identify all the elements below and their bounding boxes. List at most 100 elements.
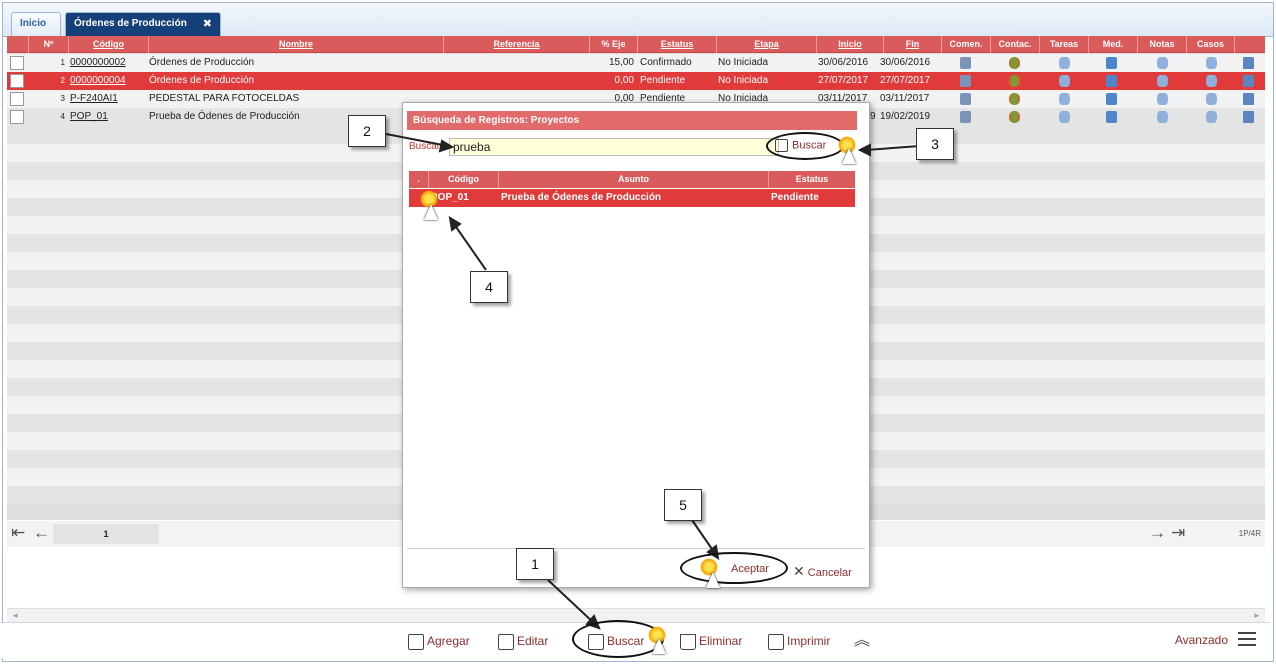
row-codigo[interactable]: POP_01 <box>70 108 108 126</box>
row-codigo[interactable]: P-F240AI1 <box>70 90 118 108</box>
contacts-icon[interactable] <box>1009 75 1020 87</box>
contacts-icon[interactable] <box>1009 57 1020 69</box>
row-inicio: 9 <box>870 111 876 122</box>
highlight-ring <box>766 132 844 160</box>
row-checkbox[interactable] <box>10 74 24 88</box>
tasks-icon[interactable] <box>1059 57 1070 69</box>
cancel-button[interactable]: ✕ Cancelar <box>793 563 852 580</box>
col-select <box>7 36 29 53</box>
row-number: 4 <box>60 112 65 121</box>
add-label: Agregar <box>427 634 470 648</box>
collapse-icon[interactable]: ︽ <box>854 631 870 651</box>
advanced-link[interactable]: Avanzado <box>1175 633 1228 647</box>
callout-4: 4 <box>470 271 508 303</box>
print-label: Imprimir <box>787 634 831 648</box>
cursor-icon <box>842 148 856 164</box>
callout-5: 5 <box>664 489 702 521</box>
tasks-icon[interactable] <box>1059 75 1070 87</box>
edit-button[interactable]: Editar <box>498 631 548 651</box>
table-row[interactable]: 2 0000000004 Órdenes de Producción 0,00 … <box>7 72 1265 90</box>
media-icon[interactable] <box>1106 75 1117 87</box>
media-icon[interactable] <box>1106 93 1117 105</box>
prev-page-icon[interactable]: ← <box>33 523 50 543</box>
delete-button[interactable]: Eliminar <box>680 631 742 651</box>
media-icon[interactable] <box>1106 57 1117 69</box>
table-row[interactable]: 1 0000000002 Órdenes de Producción 15,00… <box>7 54 1265 72</box>
col-referencia[interactable]: Referencia <box>444 36 590 53</box>
print-button[interactable]: Imprimir <box>768 631 830 651</box>
first-page-icon[interactable]: ⇤ <box>11 523 25 543</box>
puzzle-icon[interactable] <box>1243 57 1254 69</box>
row-eje: 0,00 <box>614 75 634 86</box>
scroll-right-icon[interactable]: ▸ <box>1254 610 1259 621</box>
row-checkbox[interactable] <box>10 110 24 124</box>
horizontal-scrollbar[interactable]: ◂ ▸ <box>7 608 1265 622</box>
col-numero: Nº <box>29 36 69 53</box>
result-estatus: Pendiente <box>771 192 819 203</box>
tab-label: Órdenes de Producción <box>74 18 187 29</box>
row-nombre: Órdenes de Producción <box>149 57 255 68</box>
close-icon[interactable]: ✖ <box>203 13 212 35</box>
col-codigo[interactable]: Código <box>69 36 149 53</box>
puzzle-icon[interactable] <box>1243 75 1254 87</box>
cases-icon[interactable] <box>1206 75 1217 87</box>
row-codigo[interactable]: 0000000002 <box>70 54 126 72</box>
contacts-icon[interactable] <box>1009 111 1020 123</box>
callout-2: 2 <box>348 115 386 147</box>
edit-icon <box>498 633 514 650</box>
next-page-icon[interactable]: → <box>1149 523 1166 543</box>
tasks-icon[interactable] <box>1059 111 1070 123</box>
printer-icon <box>768 633 784 650</box>
menu-icon[interactable] <box>1238 632 1256 646</box>
row-checkbox[interactable] <box>10 92 24 106</box>
cases-icon[interactable] <box>1206 93 1217 105</box>
col-notas: Notas <box>1138 36 1187 53</box>
last-page-icon[interactable]: ⇥ <box>1171 523 1185 543</box>
results-header: . Código Asunto Estatus <box>409 171 855 188</box>
comment-icon[interactable] <box>960 75 971 87</box>
col-inicio[interactable]: Inicio <box>817 36 884 53</box>
search-label: Buscar: <box>409 141 443 152</box>
col-asunto: Asunto <box>499 171 769 188</box>
notes-icon[interactable] <box>1157 57 1168 69</box>
comment-icon[interactable] <box>960 93 971 105</box>
page-number[interactable]: 1 <box>53 524 159 544</box>
row-number: 2 <box>60 76 65 85</box>
col-nombre[interactable]: Nombre <box>149 36 444 53</box>
row-codigo[interactable]: 0000000004 <box>70 72 126 90</box>
delete-label: Eliminar <box>699 634 743 648</box>
puzzle-icon[interactable] <box>1243 111 1254 123</box>
row-estatus: Pendiente <box>640 75 686 86</box>
row-checkbox[interactable] <box>10 56 24 70</box>
cases-icon[interactable] <box>1206 57 1217 69</box>
notes-icon[interactable] <box>1157 111 1168 123</box>
tab-inicio[interactable]: Inicio <box>11 12 61 36</box>
row-fin: 30/06/2016 <box>880 57 931 68</box>
row-nombre: PEDESTAL PARA FOTOCELDAS <box>149 93 300 104</box>
result-row[interactable]: POP_01 Prueba de Ódenes de Producción Pe… <box>409 189 855 207</box>
comment-icon[interactable] <box>960 57 971 69</box>
col-comentarios: Comen. <box>942 36 991 53</box>
row-number: 3 <box>60 94 65 103</box>
puzzle-icon[interactable] <box>1243 93 1254 105</box>
col-estatus: Estatus <box>795 174 829 184</box>
search-input[interactable] <box>449 138 779 156</box>
notes-icon[interactable] <box>1157 93 1168 105</box>
tab-ordenes-produccion[interactable]: Órdenes de Producción ✖ <box>65 12 221 36</box>
comment-icon[interactable] <box>960 111 971 123</box>
notes-icon[interactable] <box>1157 75 1168 87</box>
cases-icon[interactable] <box>1206 111 1217 123</box>
close-icon: ✕ <box>793 563 805 579</box>
col-estatus[interactable]: Estatus <box>638 36 717 53</box>
tasks-icon[interactable] <box>1059 93 1070 105</box>
media-icon[interactable] <box>1106 111 1117 123</box>
col-etapa[interactable]: Etapa <box>717 36 817 53</box>
col-dot: . <box>409 171 429 188</box>
row-etapa: No Iniciada <box>718 75 769 86</box>
scroll-left-icon[interactable]: ◂ <box>13 610 18 621</box>
add-icon <box>408 633 424 650</box>
add-button[interactable]: Agregar <box>408 631 470 651</box>
result-asunto: Prueba de Ódenes de Producción <box>501 192 662 203</box>
contacts-icon[interactable] <box>1009 93 1020 105</box>
col-fin[interactable]: Fin <box>884 36 942 53</box>
